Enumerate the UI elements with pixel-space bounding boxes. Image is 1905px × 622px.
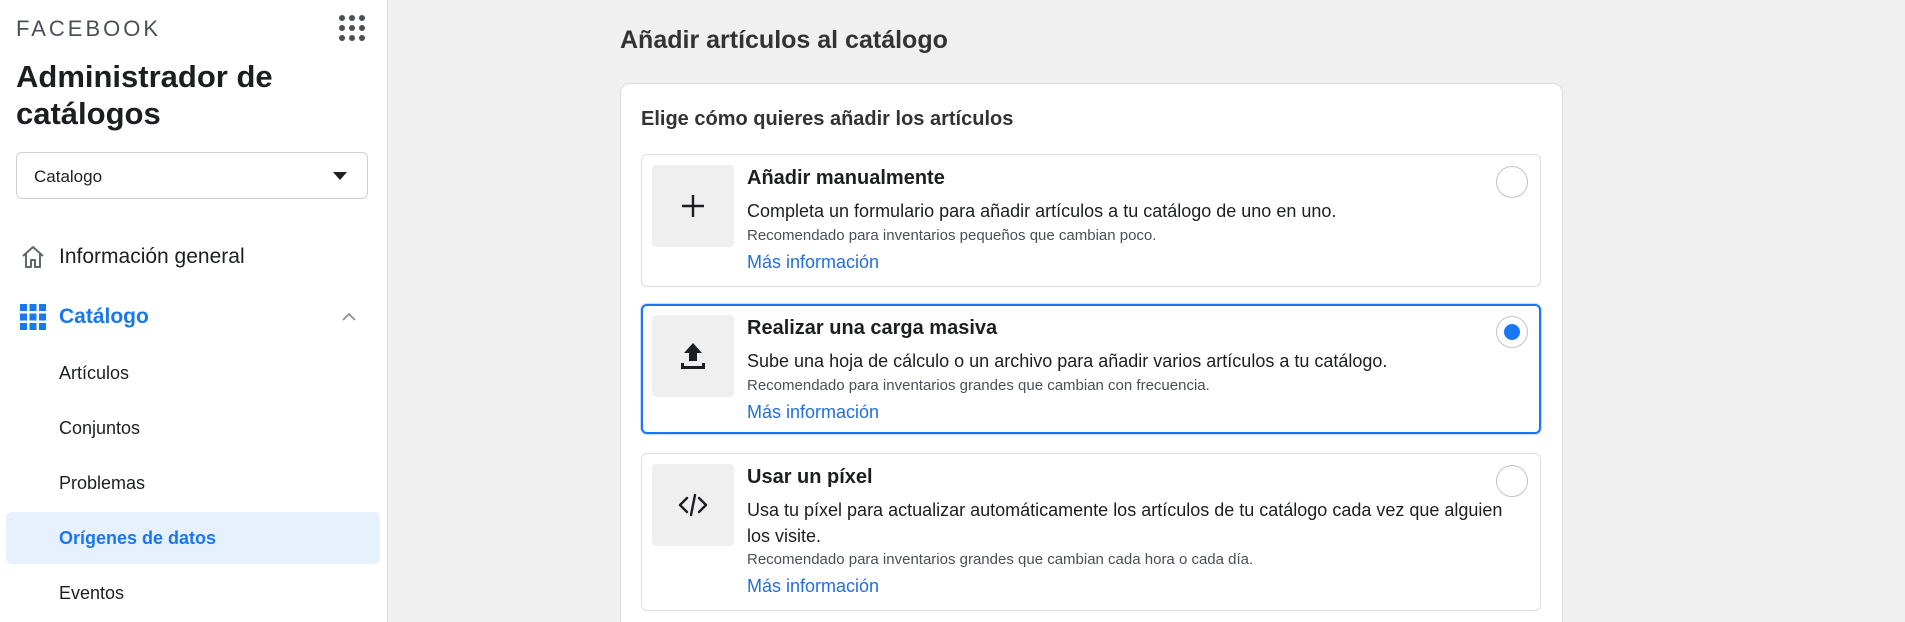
option-bulk-upload[interactable]: Realizar una carga masiva Sube una hoja …	[641, 304, 1541, 434]
code-icon	[678, 493, 708, 517]
sidebar-subitem-conjuntos[interactable]: Conjuntos	[6, 402, 380, 454]
sidebar-item-label: Catálogo	[59, 305, 149, 328]
sidebar-subitem-label: Conjuntos	[59, 418, 141, 438]
home-icon	[22, 246, 44, 268]
apps-grid-icon[interactable]	[338, 14, 366, 42]
option-title: Realizar una carga masiva	[747, 317, 998, 339]
sidebar-subitem-problemas[interactable]: Problemas	[6, 457, 380, 509]
sidebar-item-catalogo[interactable]: Catálogo	[6, 292, 380, 342]
option-recommendation: Recomendado para inventarios pequeños qu…	[747, 227, 1157, 244]
sidebar-subitem-label: Artículos	[59, 363, 130, 383]
option-description: Sube una hoja de cálculo o un archivo pa…	[747, 351, 1388, 371]
sidebar-item-informacion-general[interactable]: Información general	[6, 232, 380, 282]
page-title: Añadir artículos al catálogo	[620, 26, 948, 54]
upload-icon	[681, 343, 705, 369]
sidebar-subitem-origenes-de-datos[interactable]: Orígenes de datos	[6, 512, 380, 564]
more-info-link[interactable]: Más información	[747, 252, 879, 273]
option-icon-tile	[652, 315, 734, 397]
sidebar-subitem-label: Orígenes de datos	[59, 528, 217, 548]
add-items-card: Elige cómo quieres añadir los artículos …	[620, 83, 1563, 622]
option-pixel[interactable]: Usar un píxel Usa tu píxel para actualiz…	[641, 453, 1541, 611]
sidebar: FACEBOOK Administrador de catálogos Cata…	[0, 0, 388, 622]
option-radio[interactable]	[1496, 316, 1528, 348]
facebook-logo: FACEBOOK	[16, 16, 162, 41]
option-description: Usa tu píxel para actualizar automáticam…	[747, 500, 1503, 546]
option-title: Añadir manualmente	[747, 167, 945, 189]
sidebar-subitem-eventos[interactable]: Eventos	[6, 567, 380, 619]
caret-down-icon	[333, 172, 347, 180]
option-icon-tile	[652, 464, 734, 546]
option-icon-tile	[652, 165, 734, 247]
option-description: Completa un formulario para añadir artíc…	[747, 201, 1337, 221]
sidebar-subitem-articulos[interactable]: Artículos	[6, 347, 380, 399]
option-title: Usar un píxel	[747, 466, 873, 488]
grid-icon	[20, 304, 46, 330]
more-info-link[interactable]: Más información	[747, 576, 879, 597]
chevron-up-icon[interactable]	[342, 312, 356, 321]
option-manual[interactable]: Añadir manualmente Completa un formulari…	[641, 154, 1541, 287]
sidebar-subitem-label: Eventos	[59, 583, 125, 603]
sidebar-subitem-label: Problemas	[59, 473, 146, 493]
option-radio[interactable]	[1496, 166, 1528, 198]
option-radio[interactable]	[1496, 465, 1528, 497]
sidebar-item-label: Información general	[59, 245, 245, 268]
catalog-select[interactable]: Catalogo	[16, 152, 368, 199]
option-recommendation: Recomendado para inventarios grandes que…	[747, 551, 1254, 568]
catalog-select-value: Catalogo	[34, 167, 103, 186]
option-recommendation: Recomendado para inventarios grandes que…	[747, 377, 1210, 394]
more-info-link[interactable]: Más información	[747, 402, 879, 423]
app-title: Administrador de catálogos	[16, 59, 273, 131]
plus-icon	[682, 195, 704, 217]
card-title: Elige cómo quieres añadir los artículos	[641, 108, 1014, 130]
